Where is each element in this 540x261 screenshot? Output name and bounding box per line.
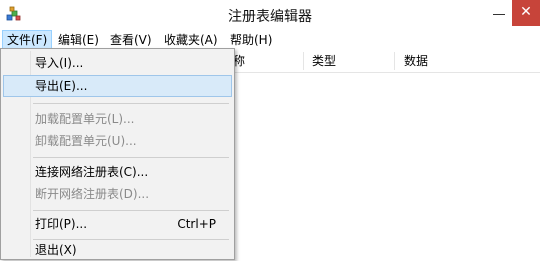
menu-file[interactable]: 文件(F) (2, 30, 53, 50)
menu-item-print[interactable]: 打印(P)... Ctrl+P (3, 213, 232, 235)
menu-item-unload-hive[interactable]: 卸载配置单元(U)... (3, 130, 232, 152)
menu-separator (33, 103, 229, 104)
menu-bar: 文件(F) 编辑(E) 查看(V) 收藏夹(A) 帮助(H) (0, 30, 540, 50)
menu-item-label: 打印(P)... (35, 217, 88, 231)
menu-item-export[interactable]: 导出(E)... (3, 75, 232, 97)
menu-separator (33, 210, 229, 211)
minimize-button[interactable] (488, 0, 510, 26)
menu-item-shortcut: Ctrl+P (177, 217, 216, 231)
menu-view[interactable]: 查看(V) (106, 30, 156, 50)
menu-item-import[interactable]: 导入(I)... (3, 52, 232, 74)
file-menu-dropdown: 导入(I)... 导出(E)... 加载配置单元(L)... 卸载配置单元(U)… (0, 48, 235, 260)
menu-item-label: 连接网络注册表(C)... (35, 165, 149, 179)
menu-separator (33, 157, 229, 158)
close-icon: ✕ (520, 4, 532, 20)
column-type[interactable]: 类型 (312, 50, 336, 72)
menu-item-label: 导入(I)... (35, 56, 84, 70)
menu-item-exit[interactable]: 退出(X) (3, 239, 232, 261)
menu-favorites[interactable]: 收藏夹(A) (160, 30, 222, 50)
registry-editor-window: 注册表编辑器 ✕ 文件(F) 编辑(E) 查看(V) 收藏夹(A) 帮助(H) … (0, 0, 540, 260)
menu-item-label: 退出(X) (35, 243, 77, 257)
menu-item-label: 卸载配置单元(U)... (35, 134, 137, 148)
menu-item-load-hive[interactable]: 加载配置单元(L)... (3, 108, 232, 130)
menu-edit[interactable]: 编辑(E) (54, 30, 103, 50)
column-divider[interactable] (303, 52, 304, 70)
window-title: 注册表编辑器 (228, 9, 312, 25)
menu-item-label: 加载配置单元(L)... (35, 112, 135, 126)
menu-item-connect-network-registry[interactable]: 连接网络注册表(C)... (3, 161, 232, 183)
menu-item-disconnect-network-registry[interactable]: 断开网络注册表(D)... (3, 183, 232, 205)
close-button[interactable]: ✕ (512, 0, 540, 26)
menu-item-label: 导出(E)... (35, 79, 88, 93)
menu-help[interactable]: 帮助(H) (226, 30, 276, 50)
column-divider[interactable] (394, 52, 395, 70)
title-bar[interactable]: 注册表编辑器 ✕ (0, 0, 540, 30)
column-data[interactable]: 数据 (404, 50, 428, 72)
menu-item-label: 断开网络注册表(D)... (35, 187, 150, 201)
